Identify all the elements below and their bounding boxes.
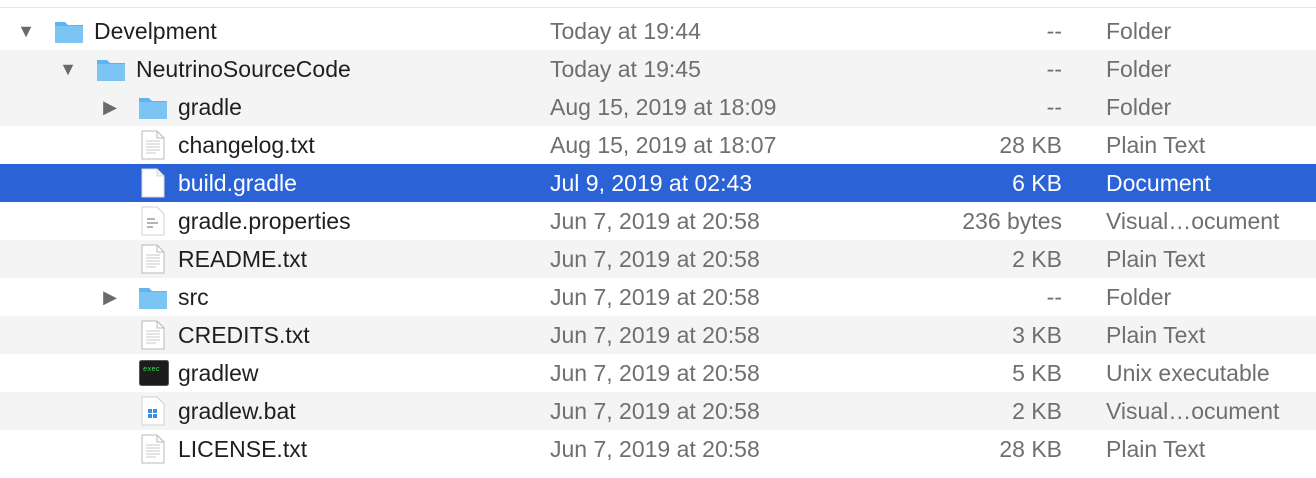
- date-modified: Jun 7, 2019 at 20:58: [550, 436, 760, 462]
- disclosure-closed-icon[interactable]: ▶: [98, 88, 122, 126]
- file-name: LICENSE.txt: [178, 436, 308, 462]
- list-top-edge: [0, 0, 1316, 8]
- file-size: 5 KB: [1012, 360, 1062, 386]
- date-modified: Aug 15, 2019 at 18:09: [550, 94, 777, 120]
- file-size: 3 KB: [1012, 322, 1062, 348]
- blank-document-icon: [141, 168, 165, 198]
- disclosure-open-icon[interactable]: ▼: [14, 12, 38, 50]
- file-kind: Folder: [1106, 56, 1172, 82]
- file-kind: Plain Text: [1106, 246, 1206, 272]
- finder-list-view: ▼ Develpment Today at 19:44 -- Folder ▼ …: [0, 0, 1316, 478]
- date-modified: Jun 7, 2019 at 20:58: [550, 284, 760, 310]
- windows-document-icon: [141, 396, 165, 426]
- file-name: README.txt: [178, 246, 308, 272]
- date-modified: Jun 7, 2019 at 20:58: [550, 398, 760, 424]
- date-modified: Jun 7, 2019 at 20:58: [550, 246, 760, 272]
- file-name: Develpment: [94, 18, 217, 44]
- date-modified: Today at 19:45: [550, 56, 701, 82]
- list-row-readme[interactable]: README.txt Jun 7, 2019 at 20:58 2 KB Pla…: [0, 240, 1316, 278]
- folder-icon: [139, 288, 167, 309]
- file-kind: Plain Text: [1106, 132, 1206, 158]
- code-document-icon: [141, 206, 165, 236]
- file-size: --: [1046, 56, 1062, 82]
- file-name: gradlew: [178, 360, 259, 386]
- file-size: 6 KB: [1012, 170, 1062, 196]
- file-name: gradle.properties: [178, 208, 351, 234]
- file-size: --: [1046, 94, 1062, 120]
- svg-text:exec: exec: [143, 366, 160, 374]
- text-document-icon: [141, 130, 165, 160]
- file-name: gradlew.bat: [178, 398, 296, 424]
- file-size: --: [1046, 284, 1062, 310]
- list-row-gradlew-bat[interactable]: gradlew.bat Jun 7, 2019 at 20:58 2 KB Vi…: [0, 392, 1316, 430]
- text-document-icon: [141, 434, 165, 464]
- date-modified: Today at 19:44: [550, 18, 701, 44]
- list-row-develpment[interactable]: ▼ Develpment Today at 19:44 -- Folder: [0, 12, 1316, 50]
- file-kind: Folder: [1106, 94, 1172, 120]
- file-name: build.gradle: [178, 170, 297, 196]
- date-modified: Jun 7, 2019 at 20:58: [550, 208, 760, 234]
- list-row-neutrinosourcecode[interactable]: ▼ NeutrinoSourceCode Today at 19:45 -- F…: [0, 50, 1316, 88]
- file-name: CREDITS.txt: [178, 322, 310, 348]
- text-document-icon: [141, 244, 165, 274]
- file-kind: Visual…ocument: [1106, 208, 1280, 234]
- list-bottom-edge: [0, 470, 1316, 478]
- file-size: 28 KB: [999, 436, 1062, 462]
- file-size: --: [1046, 18, 1062, 44]
- file-size: 236 bytes: [962, 208, 1062, 234]
- date-modified: Jun 7, 2019 at 20:58: [550, 322, 760, 348]
- folder-icon: [97, 60, 125, 81]
- folder-icon: [139, 98, 167, 119]
- date-modified: Aug 15, 2019 at 18:07: [550, 132, 777, 158]
- list-row-gradle-properties[interactable]: gradle.properties Jun 7, 2019 at 20:58 2…: [0, 202, 1316, 240]
- file-kind: Plain Text: [1106, 436, 1206, 462]
- file-size: 2 KB: [1012, 246, 1062, 272]
- file-size: 28 KB: [999, 132, 1062, 158]
- text-document-icon: [141, 320, 165, 350]
- list-row-credits[interactable]: CREDITS.txt Jun 7, 2019 at 20:58 3 KB Pl…: [0, 316, 1316, 354]
- folder-icon: [55, 22, 83, 43]
- file-kind: Unix executable: [1106, 360, 1270, 386]
- file-kind: Visual…ocument: [1106, 398, 1280, 424]
- list-row-build-gradle[interactable]: build.gradle Jul 9, 2019 at 02:43 6 KB D…: [0, 164, 1316, 202]
- list-row-license[interactable]: LICENSE.txt Jun 7, 2019 at 20:58 28 KB P…: [0, 430, 1316, 468]
- file-size: 2 KB: [1012, 398, 1062, 424]
- file-kind: Document: [1106, 170, 1211, 196]
- list-row-src[interactable]: ▶ src Jun 7, 2019 at 20:58 -- Folder: [0, 278, 1316, 316]
- file-kind: Plain Text: [1106, 322, 1206, 348]
- file-kind: Folder: [1106, 18, 1172, 44]
- list-row-gradle[interactable]: ▶ gradle Aug 15, 2019 at 18:09 -- Folder: [0, 88, 1316, 126]
- date-modified: Jul 9, 2019 at 02:43: [550, 170, 753, 196]
- date-modified: Jun 7, 2019 at 20:58: [550, 360, 760, 386]
- file-name: NeutrinoSourceCode: [136, 56, 351, 82]
- file-name: src: [178, 284, 209, 310]
- list-row-gradlew[interactable]: exec gradlew Jun 7, 2019 at 20:58 5 KB U…: [0, 354, 1316, 392]
- list-row-changelog[interactable]: changelog.txt Aug 15, 2019 at 18:07 28 K…: [0, 126, 1316, 164]
- disclosure-closed-icon[interactable]: ▶: [98, 278, 122, 316]
- file-name: changelog.txt: [178, 132, 315, 158]
- disclosure-open-icon[interactable]: ▼: [56, 50, 80, 88]
- file-name: gradle: [178, 94, 242, 120]
- file-kind: Folder: [1106, 284, 1172, 310]
- terminal-icon: exec: [139, 360, 169, 386]
